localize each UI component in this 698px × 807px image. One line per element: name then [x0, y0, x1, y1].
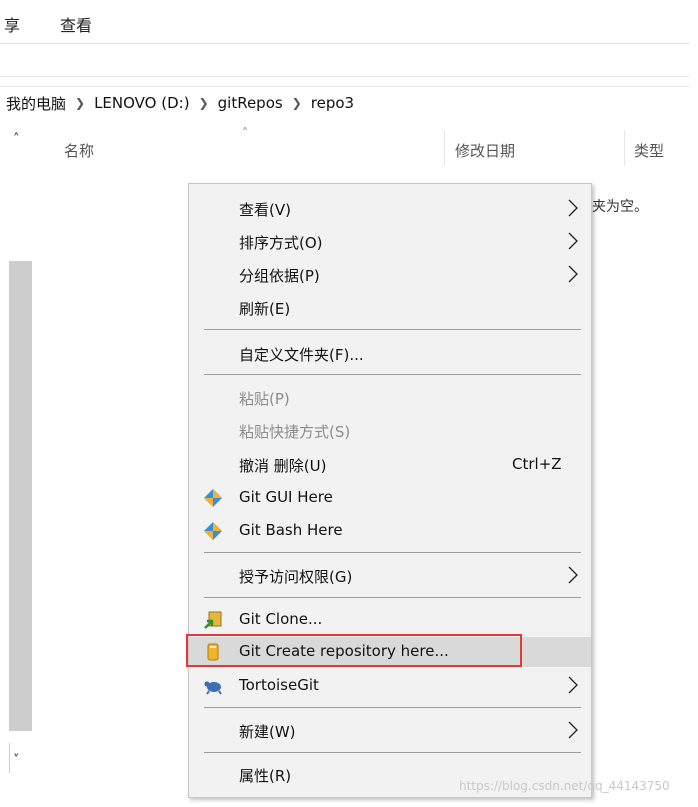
git-gui-icon — [204, 489, 222, 507]
menu-item-tortoisegit[interactable]: TortoiseGit — [189, 671, 591, 701]
chevron-right-icon[interactable]: ❯ — [199, 96, 209, 110]
menu-separator — [204, 552, 581, 553]
menu-item-label: 自定义文件夹(F)... — [239, 346, 364, 364]
submenu-arrow-icon — [568, 566, 578, 584]
menu-item-label: 查看(V) — [239, 201, 291, 219]
breadcrumb: 我的电脑 ❯ LENOVO (D:) ❯ gitRepos ❯ repo3 — [6, 92, 354, 114]
menu-item-refresh[interactable]: 刷新(E) — [189, 293, 591, 323]
menu-item-grant-access[interactable]: 授予访问权限(G) — [189, 561, 591, 591]
chevron-right-icon[interactable]: ❯ — [75, 96, 85, 110]
breadcrumb-item-my-computer[interactable]: 我的电脑 — [6, 93, 66, 114]
menu-item-label: 粘贴快捷方式(S) — [239, 423, 351, 441]
menu-item-undo-delete[interactable]: 撤消 删除(U) Ctrl+Z — [189, 450, 591, 480]
menu-item-label: 粘贴(P) — [239, 390, 290, 408]
scrollbar-track-edge — [9, 743, 10, 773]
submenu-arrow-icon — [568, 721, 578, 739]
menu-item-group-by[interactable]: 分组依据(P) — [189, 260, 591, 290]
tab-view[interactable]: 查看 — [60, 12, 92, 36]
menu-separator — [204, 374, 581, 375]
menu-item-customize-folder[interactable]: 自定义文件夹(F)... — [189, 339, 591, 369]
submenu-arrow-icon — [568, 676, 578, 694]
submenu-arrow-icon — [568, 232, 578, 250]
menu-item-label: 属性(R) — [239, 767, 292, 785]
menu-item-sort-by[interactable]: 排序方式(O) — [189, 227, 591, 257]
menu-item-label: 刷新(E) — [239, 300, 291, 318]
empty-folder-message: 夹为空。 — [592, 199, 648, 215]
navigation-pane-scrollbar[interactable]: ˄ ˅ — [9, 128, 32, 778]
menu-item-git-clone[interactable]: Git Clone... — [189, 605, 591, 635]
column-header-name[interactable]: 名称 — [64, 140, 94, 161]
menu-item-paste-shortcut: 粘贴快捷方式(S) — [189, 416, 591, 446]
address-bar-bottom-border — [0, 86, 690, 87]
menu-item-label: 授予访问权限(G) — [239, 568, 353, 586]
menu-separator — [204, 707, 581, 708]
context-menu: 查看(V) 排序方式(O) 分组依据(P) 刷新(E) 自定义文件夹(F)...… — [188, 183, 592, 798]
menu-item-git-bash-here[interactable]: Git Bash Here — [189, 516, 591, 546]
menu-item-label: TortoiseGit — [239, 676, 319, 694]
ribbon-divider — [0, 43, 690, 44]
address-bar-top-border — [0, 76, 690, 77]
menu-item-label: 排序方式(O) — [239, 234, 323, 252]
menu-item-label: 分组依据(P) — [239, 267, 320, 285]
submenu-arrow-icon — [568, 265, 578, 283]
menu-separator — [204, 752, 581, 753]
menu-separator — [204, 329, 581, 330]
ribbon: 享 查看 — [0, 0, 698, 44]
menu-item-new[interactable]: 新建(W) — [189, 716, 591, 746]
scrollbar-thumb[interactable] — [9, 261, 32, 731]
menu-item-git-gui-here[interactable]: Git GUI Here — [189, 483, 591, 513]
keyboard-shortcut: Ctrl+Z — [512, 455, 562, 473]
submenu-arrow-icon — [568, 199, 578, 217]
watermark: https://blog.csdn.net/qq_44143750 — [459, 779, 670, 793]
menu-item-label: 撤消 删除(U) — [239, 457, 327, 475]
git-clone-icon — [204, 611, 222, 629]
menu-item-label: Git Clone... — [239, 610, 323, 628]
menu-item-label: Git Bash Here — [239, 521, 343, 539]
menu-separator — [204, 597, 581, 598]
menu-item-paste: 粘贴(P) — [189, 383, 591, 413]
git-bash-icon — [204, 522, 222, 540]
menu-item-label: Git GUI Here — [239, 488, 333, 506]
column-divider[interactable] — [624, 130, 625, 166]
tortoisegit-icon — [204, 681, 222, 695]
highlight-annotation-box — [186, 634, 522, 667]
column-header-date-modified[interactable]: 修改日期 — [455, 140, 515, 161]
column-divider[interactable] — [444, 130, 445, 166]
column-header-type[interactable]: 类型 — [634, 140, 664, 161]
scroll-down-icon[interactable]: ˅ — [13, 753, 20, 768]
chevron-right-icon[interactable]: ❯ — [292, 96, 302, 110]
menu-item-label: 新建(W) — [239, 723, 296, 741]
breadcrumb-item-drive[interactable]: LENOVO (D:) — [94, 94, 189, 112]
scroll-up-icon[interactable]: ˄ — [13, 132, 20, 147]
tab-share[interactable]: 享 — [4, 12, 20, 36]
sort-ascending-icon: ˄ — [242, 126, 248, 140]
breadcrumb-item-gitrepos[interactable]: gitRepos — [218, 94, 283, 112]
breadcrumb-item-repo3[interactable]: repo3 — [311, 94, 354, 112]
menu-item-view[interactable]: 查看(V) — [189, 194, 591, 224]
